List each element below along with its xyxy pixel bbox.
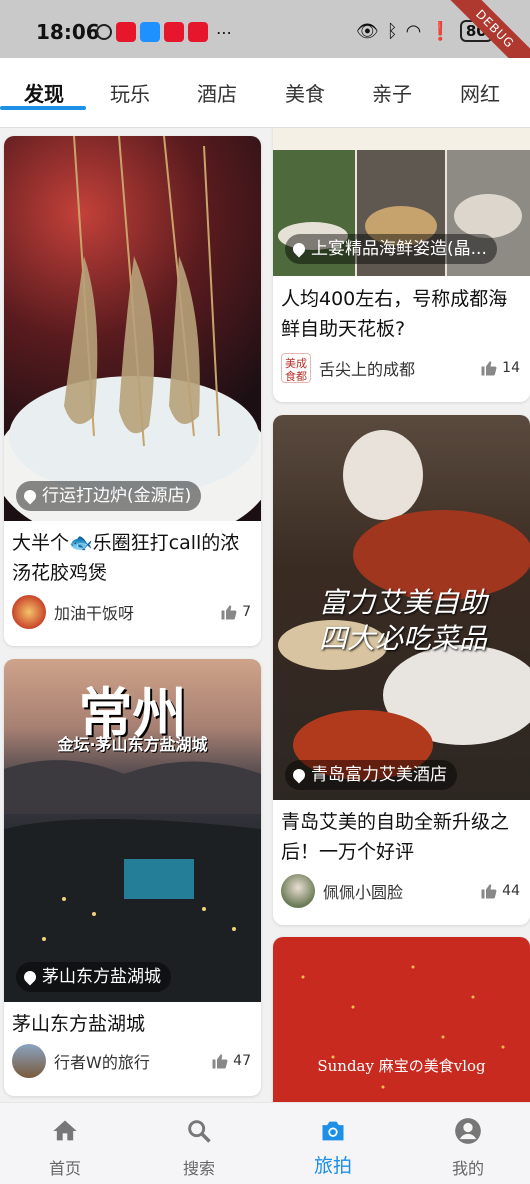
overlay-title: 富力艾美自助 四大必吃菜品 bbox=[318, 586, 487, 655]
weibo-icon bbox=[116, 22, 136, 42]
nav-travel-photo[interactable]: 旅拍 bbox=[283, 1103, 383, 1184]
category-tabs: 发现 玩乐 酒店 美食 亲子 网红 bbox=[0, 58, 530, 128]
card-title: 茅山东方盐湖城 bbox=[12, 1013, 146, 1035]
system-icons: 👁 ᛒ ◠ ❗ 80 bbox=[356, 20, 493, 42]
profile-icon bbox=[455, 1118, 481, 1144]
feed-grid: 行运打边炉(金源店) 大半个🐟乐圈狂打call的浓汤花胶鸡煲 加油干饭呀 7 常… bbox=[0, 128, 530, 1102]
author-row: 佩佩小圆脸 44 bbox=[281, 873, 520, 909]
card-image: 富力艾美自助 四大必吃菜品 青岛富力艾美酒店 bbox=[273, 415, 530, 800]
nav-profile[interactable]: 我的 bbox=[418, 1103, 518, 1184]
tab-play[interactable]: 玩乐 bbox=[110, 78, 150, 107]
overlay-text: Sunday 麻宝の美食vlog bbox=[317, 1057, 486, 1075]
notification-icons: ⋯ bbox=[96, 22, 232, 42]
face-icon bbox=[96, 24, 112, 40]
location-tag[interactable]: 行运打边炉(金源店) bbox=[16, 481, 202, 511]
thumbs-up-icon bbox=[481, 884, 497, 899]
eye-icon: 👁 bbox=[356, 20, 379, 42]
overlay-subtitle: 金坛·茅山东方盐湖城 bbox=[57, 735, 208, 754]
bluetooth-icon: ᛒ bbox=[386, 20, 398, 42]
card-title: 大半个🐟乐圈狂打call的浓汤花胶鸡煲 bbox=[12, 532, 240, 584]
like-count[interactable]: 14 bbox=[480, 359, 520, 377]
author-name[interactable]: 佩佩小圆脸 bbox=[323, 879, 480, 903]
nav-home[interactable]: 首页 bbox=[15, 1103, 115, 1184]
weibo-icon bbox=[188, 22, 208, 42]
thumbs-up-icon bbox=[481, 361, 497, 376]
feed-card[interactable]: 行运打边炉(金源店) 大半个🐟乐圈狂打call的浓汤花胶鸡煲 加油干饭呀 7 bbox=[4, 136, 261, 646]
tab-hotel[interactable]: 酒店 bbox=[197, 78, 237, 107]
home-icon bbox=[53, 1120, 77, 1141]
author-name[interactable]: 行者W的旅行 bbox=[54, 1049, 211, 1073]
card-title: 青岛艾美的自助全新升级之后！一万个好评 bbox=[281, 811, 510, 863]
feed-card[interactable]: 上宴精品海鲜姿造(晶... 人均400左右，号称成都海鲜自助天花板? 美成食都 … bbox=[273, 128, 530, 402]
avatar[interactable]: 美成食都 bbox=[281, 353, 311, 383]
feed-card[interactable]: 富力艾美自助 四大必吃菜品 青岛富力艾美酒店 青岛艾美的自助全新升级之后！一万个… bbox=[273, 415, 530, 925]
tab-family[interactable]: 亲子 bbox=[372, 78, 412, 107]
bottom-nav: 首页 搜索 旅拍 我的 bbox=[0, 1102, 530, 1184]
tab-trending[interactable]: 网红 bbox=[460, 78, 500, 107]
nav-search[interactable]: 搜索 bbox=[149, 1103, 249, 1184]
avatar[interactable] bbox=[12, 1044, 46, 1078]
card-image: 行运打边炉(金源店) bbox=[4, 136, 261, 521]
tab-food[interactable]: 美食 bbox=[285, 78, 325, 107]
author-name[interactable]: 加油干饭呀 bbox=[54, 600, 220, 624]
alert-icon: ❗ bbox=[429, 20, 452, 42]
thumbs-up-icon bbox=[221, 605, 237, 620]
location-pin-icon bbox=[21, 487, 39, 505]
app-icon bbox=[140, 22, 160, 42]
location-tag[interactable]: 上宴精品海鲜姿造(晶... bbox=[285, 234, 497, 264]
location-tag[interactable]: 茅山东方盐湖城 bbox=[16, 962, 171, 992]
like-count[interactable]: 44 bbox=[480, 882, 520, 900]
card-title: 人均400左右，号称成都海鲜自助天花板? bbox=[281, 288, 508, 340]
feed-card[interactable]: Sunday 麻宝の美食vlog bbox=[273, 937, 530, 1102]
search-icon bbox=[188, 1120, 211, 1143]
status-time: 18:06 bbox=[36, 20, 100, 44]
more-dots-icon: ⋯ bbox=[216, 22, 232, 42]
feed-card[interactable]: 常州 金坛·茅山东方盐湖城 茅山东方盐湖城 茅山东方盐湖城 行者W的旅行 47 bbox=[4, 659, 261, 1096]
card-image: 常州 金坛·茅山东方盐湖城 茅山东方盐湖城 bbox=[4, 659, 261, 1002]
tab-discover[interactable]: 发现 bbox=[24, 78, 64, 107]
location-pin-icon bbox=[21, 968, 39, 986]
card-image: Sunday 麻宝の美食vlog bbox=[273, 937, 530, 1102]
like-count[interactable]: 7 bbox=[220, 603, 251, 621]
avatar[interactable] bbox=[281, 874, 315, 908]
author-row: 加油干饭呀 7 bbox=[12, 594, 251, 630]
red-sparkle-photo bbox=[301, 965, 505, 1089]
author-row: 美成食都 舌尖上的成都 14 bbox=[281, 350, 520, 386]
location-tag[interactable]: 青岛富力艾美酒店 bbox=[285, 760, 457, 790]
location-pin-icon bbox=[290, 766, 308, 784]
author-name[interactable]: 舌尖上的成都 bbox=[319, 356, 480, 380]
avatar[interactable] bbox=[12, 595, 46, 629]
tab-indicator bbox=[0, 106, 86, 110]
thumbs-up-icon bbox=[212, 1054, 228, 1069]
location-pin-icon bbox=[290, 240, 308, 258]
weibo-icon bbox=[164, 22, 184, 42]
like-count[interactable]: 47 bbox=[211, 1052, 251, 1070]
card-image: 上宴精品海鲜姿造(晶... bbox=[273, 128, 530, 276]
author-row: 行者W的旅行 47 bbox=[12, 1043, 251, 1079]
camera-icon bbox=[322, 1121, 344, 1141]
shrimp-photo bbox=[4, 136, 261, 521]
wifi-icon: ◠ bbox=[405, 20, 422, 42]
status-bar: 18:06 ⋯ 👁 ᛒ ◠ ❗ 80 DEBUG bbox=[0, 0, 530, 90]
